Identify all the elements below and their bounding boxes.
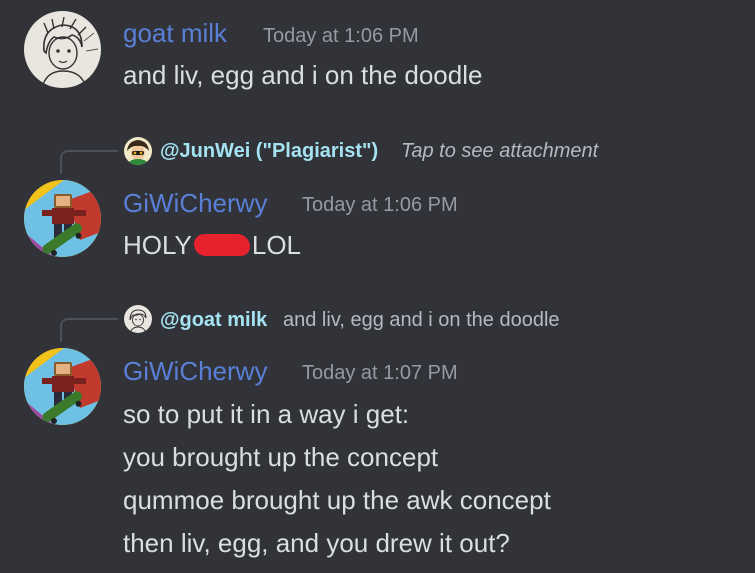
goat-milk-avatar[interactable] — [24, 11, 101, 88]
message-text: you brought up the concept — [123, 442, 439, 472]
message-username[interactable]: GiWiCherwy — [123, 358, 267, 384]
message-username[interactable]: GiWiCherwy — [123, 190, 267, 216]
sketch-portrait-avatar-icon — [24, 11, 101, 88]
reply-preview[interactable]: and liv, egg and i on the doodle — [283, 310, 560, 330]
reply-spine-line — [60, 318, 118, 342]
reply-mention[interactable]: @JunWei ("Plagiarist") — [160, 141, 378, 161]
message-text-after: LOL — [251, 230, 302, 260]
character-avatar-icon — [124, 137, 152, 165]
sketch-portrait-avatar-icon — [124, 305, 152, 333]
reply-avatar[interactable] — [124, 305, 152, 333]
reply-spine-line — [60, 150, 118, 174]
giwicherwy-avatar[interactable] — [24, 180, 101, 257]
reply-preview[interactable]: Tap to see attachment — [401, 141, 598, 161]
redaction-scribble — [193, 234, 250, 256]
roblox-skateboard-avatar-icon — [24, 180, 101, 257]
roblox-skateboard-avatar-icon — [24, 348, 101, 425]
giwicherwy-avatar[interactable] — [24, 348, 101, 425]
message-username[interactable]: goat milk — [123, 20, 227, 46]
message-text: HOLY LOL — [123, 232, 301, 258]
message-text: qummoe brought up the awk concept — [123, 485, 551, 515]
message-timestamp[interactable]: Today at 1:06 PM — [263, 26, 419, 46]
chat-message-list: goat milk Today at 1:06 PM and liv, egg … — [0, 0, 755, 573]
message-text: then liv, egg, and you drew it out? — [123, 528, 510, 558]
message-timestamp[interactable]: Today at 1:06 PM — [302, 195, 458, 215]
message-timestamp[interactable]: Today at 1:07 PM — [302, 363, 458, 383]
message-text: and liv, egg and i on the doodle — [123, 60, 483, 90]
reply-mention[interactable]: @goat milk — [160, 310, 267, 330]
message-text-before: HOLY — [123, 230, 192, 260]
message-text: so to put it in a way i get: — [123, 399, 410, 429]
reply-avatar[interactable] — [124, 137, 152, 165]
